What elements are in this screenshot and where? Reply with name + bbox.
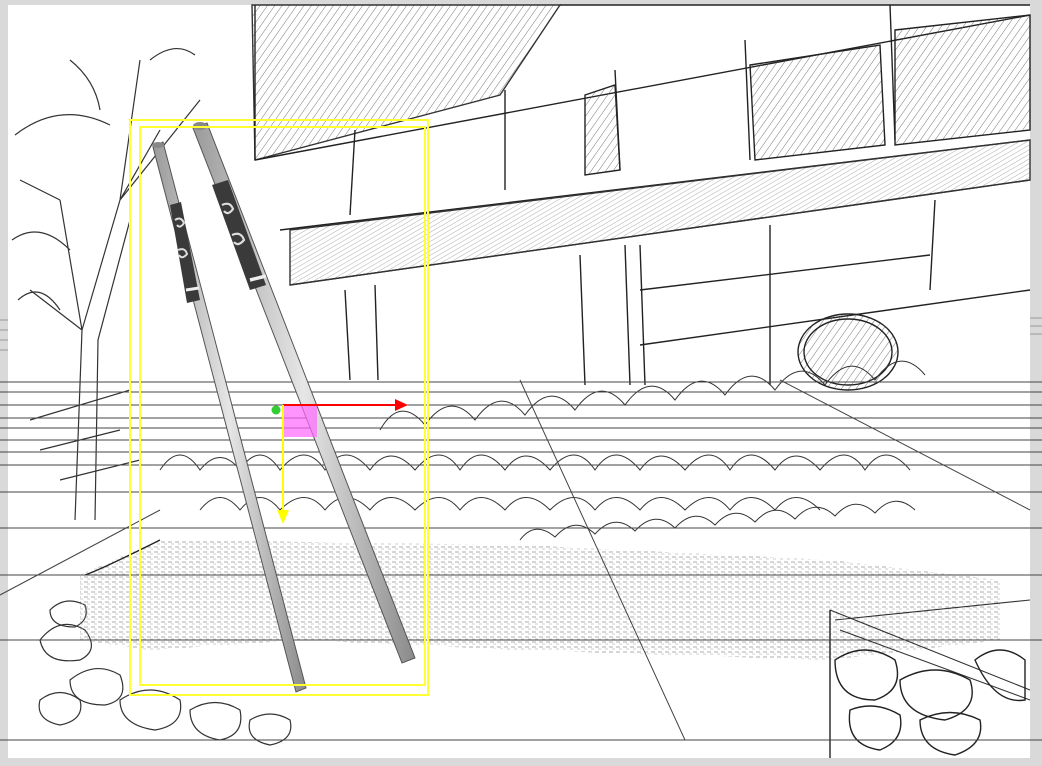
sketch-canvas[interactable] — [0, 0, 1042, 766]
gizmo-plane-handle[interactable] — [283, 405, 317, 437]
gizmo-origin[interactable] — [271, 405, 281, 415]
canvas-frame — [0, 0, 1042, 766]
